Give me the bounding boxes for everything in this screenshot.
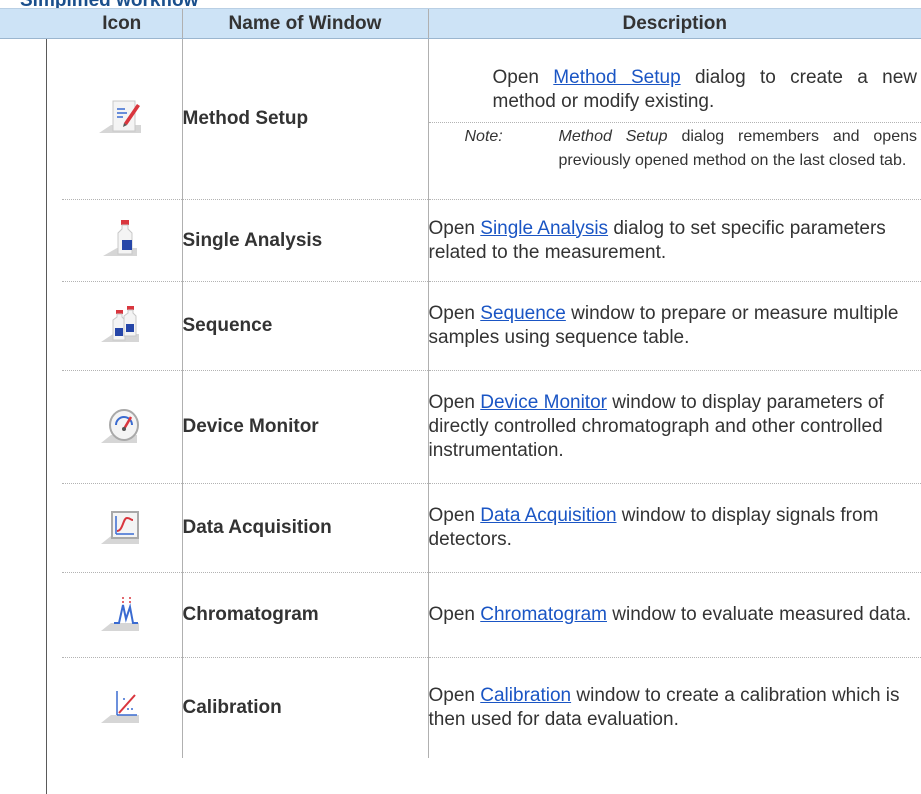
gutter-cell [0, 658, 62, 758]
data-acquisition-icon [97, 506, 147, 546]
icon-cell [62, 483, 182, 573]
note-label: Note: [464, 127, 503, 145]
table-row: Sequence Open Sequence window to prepare… [0, 281, 921, 371]
desc-text-pre: Open [428, 217, 481, 239]
desc-text-pre: Open [428, 392, 481, 413]
single-analysis-icon [97, 218, 147, 258]
device-monitor-link[interactable]: Device Monitor [480, 392, 607, 413]
note-emphasis: Method Setup [558, 127, 668, 145]
calibration-icon [97, 685, 147, 725]
header-description: Description [427, 8, 921, 39]
desc-text-pre: Open [428, 505, 481, 526]
icon-cell [62, 281, 182, 371]
table-row: Calibration Open Calibration window to c… [0, 657, 921, 758]
window-description: Open Method Setup dialog to create a new… [427, 38, 921, 200]
window-description: Open Single Analysis dialog to set speci… [427, 199, 921, 282]
window-description: Open Device Monitor window to display pa… [427, 370, 921, 484]
table-row: Chromatogram Open Chromatogram window to… [0, 572, 921, 658]
gutter-cell [0, 484, 62, 573]
window-description: Open Chromatogram window to evaluate mea… [427, 572, 921, 658]
table-row: Single Analysis Open Single Analysis dia… [0, 199, 921, 282]
data-acquisition-link[interactable]: Data Acquisition [480, 505, 616, 526]
gutter-cell [0, 371, 62, 484]
desc-text-pre: Open [428, 604, 481, 625]
method-setup-link[interactable]: Method Setup [553, 67, 680, 88]
note-text: Method Setup dialog remembers and opens … [559, 125, 921, 173]
window-name: Data Acquisition [181, 483, 428, 573]
table-row: Data Acquisition Open Data Acquisition w… [0, 483, 921, 573]
icon-cell [62, 658, 182, 758]
gutter-cell [0, 200, 62, 282]
gutter-header [0, 8, 62, 39]
gutter-cell [0, 282, 62, 371]
note: Note: Method Setup dialog remembers and … [429, 125, 921, 173]
windows-table: Icon Name of Window Description Method S… [0, 8, 921, 758]
chromatogram-icon [97, 593, 147, 633]
chromatogram-link[interactable]: Chromatogram [480, 604, 607, 625]
table-header-row: Icon Name of Window Description [0, 8, 921, 39]
icon-cell [62, 572, 182, 658]
device-monitor-icon [97, 405, 147, 445]
single-analysis-link[interactable]: Single Analysis [480, 218, 608, 239]
icon-cell [62, 199, 182, 282]
sequence-icon [97, 304, 147, 344]
table-row: Method Setup Open Method Setup dialog to… [0, 38, 921, 200]
gutter-cell [0, 573, 62, 658]
calibration-link[interactable]: Calibration [480, 685, 571, 706]
window-description: Open Data Acquisition window to display … [427, 483, 921, 573]
header-name: Name of Window [181, 8, 428, 39]
icon-cell [62, 38, 182, 200]
window-name: Chromatogram [181, 572, 428, 658]
desc-text-pre: Open [428, 303, 481, 324]
window-name: Method Setup [181, 38, 428, 200]
window-description: Open Sequence window to prepare or measu… [427, 281, 921, 371]
window-name: Calibration [181, 657, 428, 758]
table-row: Device Monitor Open Device Monitor windo… [0, 370, 921, 484]
header-icon: Icon [62, 8, 182, 39]
note-divider [428, 121, 921, 123]
desc-text-post: window to evaluate measured data. [606, 604, 912, 625]
gutter-cell [0, 39, 62, 200]
window-description: Open Calibration window to create a cali… [427, 657, 921, 758]
window-name: Device Monitor [181, 370, 428, 484]
method-setup-icon [97, 97, 147, 137]
icon-cell [62, 370, 182, 484]
window-name: Single Analysis [181, 199, 428, 282]
desc-text-pre: Open [492, 66, 554, 88]
window-name: Sequence [181, 281, 428, 371]
desc-text-pre: Open [428, 684, 481, 706]
sequence-link[interactable]: Sequence [480, 303, 566, 324]
